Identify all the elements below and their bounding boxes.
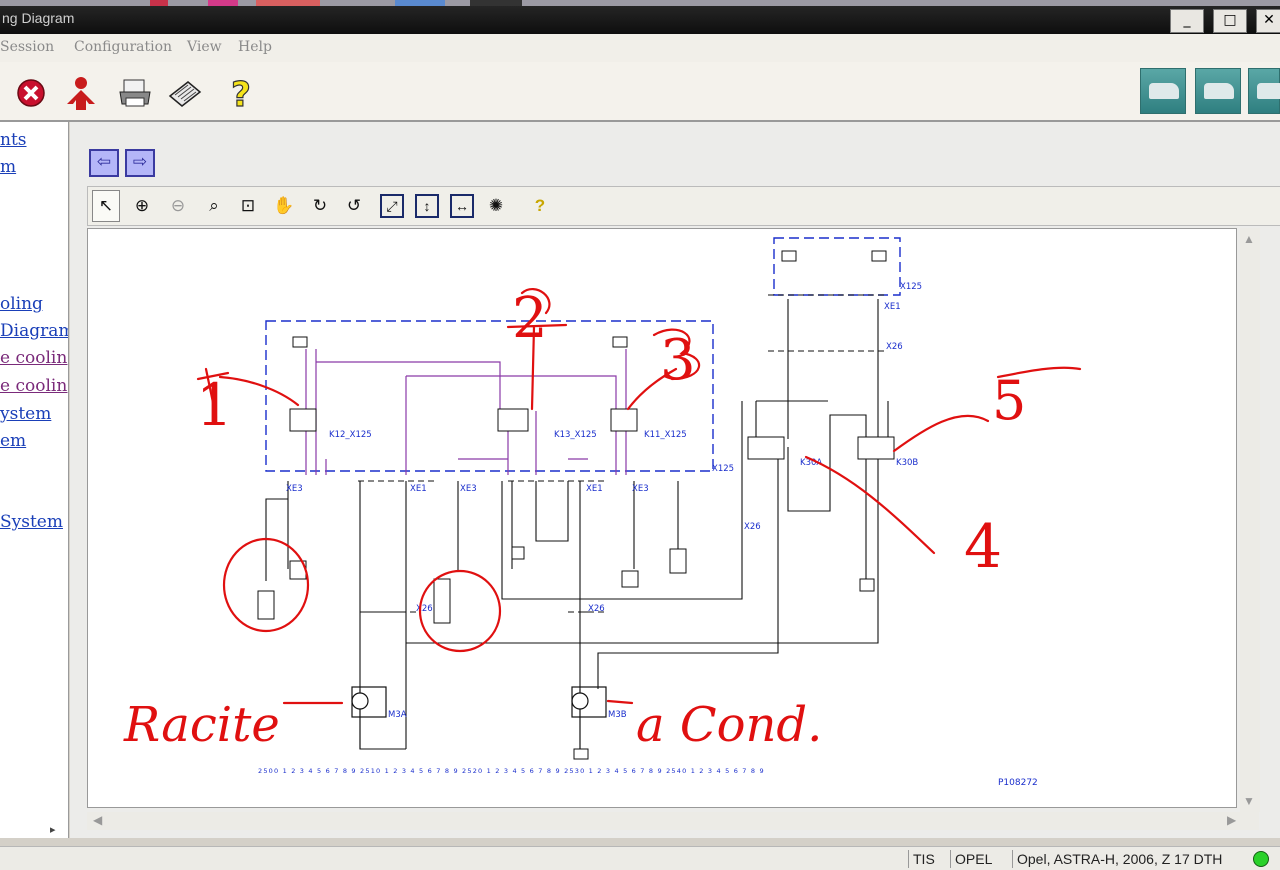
x125-left-boundary (265, 320, 714, 472)
label-xe1-b: XE1 (586, 484, 603, 494)
label-x26-mid: X26 (744, 522, 761, 532)
highlight-tool-icon[interactable]: ✺ (482, 192, 510, 220)
close-window-button[interactable]: ✕ (1256, 9, 1280, 33)
vehicle-service-icon[interactable] (1140, 68, 1186, 114)
label-x26-center: X26 (588, 604, 605, 614)
fit-height-icon[interactable]: ↕ (415, 194, 439, 218)
nav-item-engine-cooling-2[interactable]: e cooling (0, 376, 68, 396)
menu-view[interactable]: View (187, 39, 222, 55)
label-k30b: K30B (896, 458, 918, 468)
scroll-right-icon[interactable]: ▶ (1227, 813, 1236, 827)
menu-configuration[interactable]: Configuration (74, 39, 172, 55)
fan-motor-m3b-icon (571, 692, 589, 710)
status-tis: TIS (908, 850, 939, 868)
connection-status-icon (1253, 851, 1269, 867)
annotation-arrow-5 (892, 366, 1082, 453)
status-bar: TIS OPEL Opel, ASTRA-H, 2006, Z 17 DTH (0, 846, 1280, 870)
window-title: ng Diagram (2, 10, 75, 26)
annotation-label-radiator: Racite (123, 697, 280, 753)
grid-scale: 2500 1 2 3 4 5 6 7 8 9 2510 1 2 3 4 5 6 … (258, 767, 765, 775)
scroll-up-icon[interactable]: ▲ (1243, 232, 1255, 246)
navigation-tree: nts m oling Diagram e cooling e cooling … (0, 122, 69, 838)
wiring-diagram: K12_X125 K13_X125 K11_X125 X125 X125 K30… (123, 237, 1082, 788)
nav-item-system[interactable]: m (0, 157, 16, 177)
fit-page-icon[interactable]: ⤢ (380, 194, 404, 218)
status-vehicle: Opel, ASTRA-H, 2006, Z 17 DTH (1012, 850, 1226, 868)
label-x125-left: X125 (712, 464, 734, 474)
zoom-icon[interactable]: ⌕ (200, 192, 228, 220)
menu-bar: Session Configuration View Help (0, 34, 1280, 62)
fit-width-icon[interactable]: ↔ (450, 194, 474, 218)
wiring-diagram-canvas[interactable]: K12_X125 K13_X125 K11_X125 X125 X125 K30… (87, 228, 1237, 808)
label-xe3-a: XE3 (286, 484, 303, 494)
document-stack-icon[interactable] (166, 74, 204, 112)
back-button[interactable]: ⇦ (89, 149, 119, 177)
zoom-out-icon[interactable]: ⊖ (164, 192, 192, 220)
person-icon[interactable] (62, 74, 100, 112)
annotation-number-3: 3 (660, 328, 696, 393)
window-title-bar: ng Diagram _ □ ✕ (0, 0, 1280, 34)
label-x26-top: X26 (886, 342, 903, 352)
stop-icon[interactable] (12, 74, 50, 112)
annotation-number-1: 1 (196, 371, 233, 439)
pointer-tool-icon[interactable]: ↖ (92, 190, 120, 222)
annotation-number-5: 5 (992, 369, 1026, 432)
label-k13: K13_X125 (554, 430, 597, 440)
print-icon[interactable] (116, 74, 154, 112)
nav-item-engine-cooling-1[interactable]: e cooling (0, 348, 68, 368)
label-xe1-top: XE1 (884, 302, 901, 312)
minimize-button[interactable]: _ (1170, 9, 1204, 33)
status-brand: OPEL (950, 850, 996, 868)
vertical-scrollbar[interactable]: ▲ ▼ (1240, 228, 1260, 812)
vehicle-info-icon[interactable] (1248, 68, 1280, 114)
x125-right-boundary (773, 237, 901, 296)
menu-help[interactable]: Help (238, 39, 272, 55)
nav-item-cooling[interactable]: oling (0, 294, 43, 314)
label-m3b: M3B (608, 710, 627, 720)
annotation-label-ac: a Cond. (636, 697, 822, 753)
zoom-in-icon[interactable]: ⊕ (128, 192, 156, 220)
diagram-reference-number: P108272 (998, 778, 1038, 788)
label-xe1-a: XE1 (410, 484, 427, 494)
nav-item-system-4[interactable]: System (0, 512, 63, 532)
rotate-left-icon[interactable]: ↺ (340, 192, 368, 220)
fan-motor-m3a-icon (351, 692, 369, 710)
nav-item-system-3[interactable]: em (0, 431, 26, 451)
annotation-number-2: 2 (512, 286, 548, 351)
label-xe3-c: XE3 (632, 484, 649, 494)
scroll-left-icon[interactable]: ◀ (93, 813, 102, 827)
forward-button[interactable]: ⇨ (125, 149, 155, 177)
help-icon[interactable]: ? (222, 74, 260, 112)
main-toolbar: ? (0, 62, 1280, 122)
diagram-toolbar: ↖ ⊕ ⊖ ⌕ ⊡ ✋ ↻ ↺ ⤢ ↕ ↔ ✺ ? (87, 186, 1280, 226)
label-x26-left: X26 (416, 604, 433, 614)
menu-session[interactable]: Session (0, 39, 54, 55)
label-k12: K12_X125 (329, 430, 372, 440)
pan-hand-icon[interactable]: ✋ (270, 192, 298, 220)
svg-text:?: ? (231, 75, 251, 112)
diagram-help-icon[interactable]: ? (526, 192, 554, 220)
label-xe3-b: XE3 (460, 484, 477, 494)
scroll-down-icon[interactable]: ▼ (1243, 794, 1255, 808)
rotate-right-icon[interactable]: ↻ (306, 192, 334, 220)
horizontal-scrollbar[interactable]: ◀ ▶ (87, 812, 1259, 830)
label-k11: K11_X125 (644, 430, 687, 440)
panel-scroll-right-icon[interactable]: ▸ (50, 823, 56, 836)
label-x125-right: X125 (900, 282, 922, 292)
annotation-number-4: 4 (964, 512, 1002, 582)
zoom-area-icon[interactable]: ⊡ (234, 192, 262, 220)
nav-item-contents[interactable]: nts (0, 130, 27, 150)
taskbar-strip (0, 0, 1280, 6)
label-m3a: M3A (388, 710, 407, 720)
annotation-arrow-4 (804, 455, 936, 555)
nav-item-system-2[interactable]: ystem (0, 404, 51, 424)
maximize-button[interactable]: □ (1213, 9, 1247, 33)
nav-item-diagram[interactable]: Diagram (0, 321, 68, 341)
vehicle-diagnostic-icon[interactable] (1195, 68, 1241, 114)
